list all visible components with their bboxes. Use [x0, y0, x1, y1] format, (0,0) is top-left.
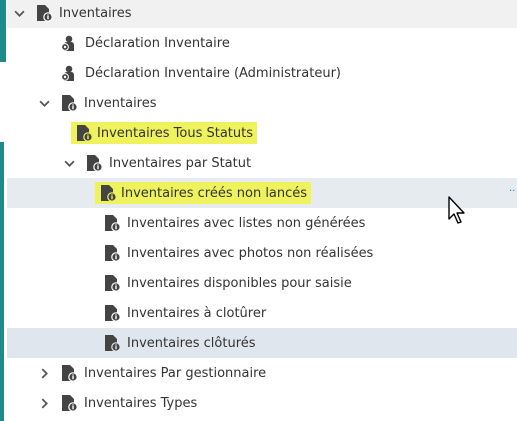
tree-node-label: Déclaration Inventaire (Administrateur) [85, 65, 341, 81]
tree-node-inventaires[interactable]: Inventaires [7, 88, 517, 118]
tree-node-label: Inventaires Tous Statuts [97, 125, 253, 141]
accent-bar-top [0, 0, 6, 62]
doc-info-icon [99, 184, 117, 202]
tree-node-inventaires-par-gestionnaire[interactable]: Inventaires Par gestionnaire [7, 358, 517, 388]
tree-node-label: Inventaires Types [84, 395, 198, 411]
tree-node-status-disponibles-saisie[interactable]: Inventaires disponibles pour saisie [7, 268, 517, 298]
tree-node-status-listes-non-generees[interactable]: Inventaires avec listes non générées [7, 208, 517, 238]
tree-node-declaration-inventaire[interactable]: Déclaration Inventaire [7, 28, 517, 58]
gear-user-icon [61, 34, 79, 52]
doc-info-icon [103, 334, 121, 352]
tree-node-status-crees-non-lances[interactable]: Inventaires créés non lancés ·· [7, 178, 517, 208]
doc-info-icon [103, 214, 121, 232]
accent-bar-bottom [0, 142, 4, 421]
tree-node-label: Inventaires Par gestionnaire [84, 365, 267, 381]
doc-info-icon [60, 394, 78, 412]
tree-node-label: Inventaires créés non lancés [121, 185, 308, 201]
text-highlight: Inventaires créés non lancés [95, 182, 312, 204]
doc-info-icon [85, 154, 103, 172]
tree-node-inventaires-par-statut[interactable]: Inventaires par Statut [7, 148, 517, 178]
tree-node-label: Déclaration Inventaire [85, 35, 230, 51]
chevron-down-icon[interactable] [13, 7, 25, 19]
tree-node-label: Inventaires par Statut [109, 155, 252, 171]
tree-node-label: Inventaires avec photos non réalisées [127, 245, 374, 261]
tree-node-label: Inventaires [59, 5, 132, 21]
tree-node-label: Inventaires disponibles pour saisie [127, 275, 352, 291]
doc-info-icon [60, 364, 78, 382]
tree-node-status-a-cloturer[interactable]: Inventaires à clotûrer [7, 298, 517, 328]
chevron-right-icon[interactable] [38, 397, 50, 409]
tree-node-status-clotures[interactable]: Inventaires clôturés [7, 328, 517, 358]
text-highlight: Inventaires Tous Statuts [71, 122, 257, 144]
tree-node-status-photos-non-realisees[interactable]: Inventaires avec photos non réalisées [7, 238, 517, 268]
more-dots-icon[interactable]: ·· [509, 187, 515, 197]
tree-node-inventaires-tous-statuts[interactable]: Inventaires Tous Statuts [7, 118, 517, 148]
doc-info-icon [103, 274, 121, 292]
doc-info-icon [35, 4, 53, 22]
tree-node-inventaires-root[interactable]: Inventaires [7, 0, 517, 28]
doc-info-icon [60, 94, 78, 112]
mouse-cursor-icon [448, 196, 465, 224]
doc-info-icon [103, 244, 121, 262]
tree-node-label: Inventaires [84, 95, 157, 111]
tree-node-inventaires-types[interactable]: Inventaires Types [7, 388, 517, 418]
doc-info-icon [75, 124, 93, 142]
tree-node-label: Inventaires avec listes non générées [127, 215, 366, 231]
tree-node-label: Inventaires à clotûrer [127, 305, 267, 321]
tree-node-declaration-inventaire-admin[interactable]: Déclaration Inventaire (Administrateur) [7, 58, 517, 88]
gear-user-icon [61, 64, 79, 82]
chevron-down-icon[interactable] [38, 97, 50, 109]
chevron-right-icon[interactable] [38, 367, 50, 379]
chevron-down-icon[interactable] [63, 157, 75, 169]
doc-info-icon [103, 304, 121, 322]
tree-node-label: Inventaires clôturés [127, 335, 256, 351]
